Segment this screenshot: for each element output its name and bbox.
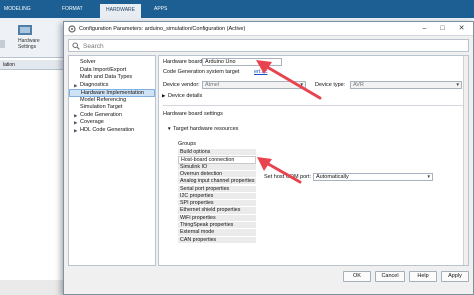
tree-item-model-referencing[interactable]: Model Referencing xyxy=(69,97,126,105)
tree-item-label: Math and Data Types xyxy=(80,74,133,80)
group-host-board-connection[interactable]: Host-board connection xyxy=(178,156,256,164)
tree-item-math-and-data-types[interactable]: Math and Data Types xyxy=(69,74,132,82)
tree-item-label: HDL Code Generation xyxy=(80,126,135,133)
group-build-options[interactable]: Build options xyxy=(178,149,256,157)
board-settings-heading: Hardware board settings xyxy=(163,111,223,117)
group-thingspeak[interactable]: ThingSpeak properties xyxy=(178,222,256,230)
tree-item-label: Code Generation xyxy=(80,111,122,118)
expand-arrow-icon[interactable]: ▶ xyxy=(74,112,77,120)
tree-item-code-generation[interactable]: ▶ Code Generation xyxy=(69,112,122,120)
chevron-down-icon: ▼ xyxy=(426,174,431,179)
ribbon-edge-handle xyxy=(0,40,5,48)
gear-icon xyxy=(68,25,76,33)
group-analog-input-channel[interactable]: Analog input channel properties xyxy=(178,178,256,186)
device-details-toggle[interactable]: Device details xyxy=(168,93,202,99)
device-vendor-dropdown[interactable]: Atmel ▼ xyxy=(202,81,306,89)
hardware-settings-button[interactable]: Hardware Settings xyxy=(18,38,48,50)
tab-apps[interactable]: APPS xyxy=(154,6,167,12)
tree-item-hardware-implementation[interactable]: Hardware Implementation xyxy=(69,89,155,97)
com-port-value: Automatically xyxy=(316,174,349,180)
device-vendor-label: Device vendor: xyxy=(163,82,200,88)
group-overrun-detection[interactable]: Overrun detection xyxy=(178,170,256,179)
group-simulink-io[interactable]: Simulink IO xyxy=(178,163,256,171)
ribbon-tab-bar: MODELING FORMAT HARDWARE APPS xyxy=(0,0,474,18)
tab-modeling[interactable]: MODELING xyxy=(4,6,31,12)
device-type-label: Device type: xyxy=(315,82,346,88)
help-button[interactable]: Help xyxy=(409,271,437,282)
maximize-icon[interactable]: □ xyxy=(436,22,449,35)
group-serial-port[interactable]: Serial port properties xyxy=(178,185,256,193)
tree-item-label: Solver xyxy=(80,59,96,65)
device-type-value: AVR xyxy=(353,82,364,88)
hardware-board-label: Hardware board: xyxy=(163,59,204,65)
tree-item-data-import-export[interactable]: Data Import/Export xyxy=(69,67,126,75)
vertical-scrollbar[interactable] xyxy=(463,56,468,265)
hardware-board-value: Arduino Uno xyxy=(205,59,236,65)
apply-button[interactable]: Apply xyxy=(441,271,469,282)
hardware-board-dropdown[interactable]: Arduino Uno xyxy=(202,58,282,66)
tab-hardware[interactable]: HARDWARE xyxy=(100,4,141,18)
search-icon xyxy=(72,42,80,50)
close-icon[interactable]: ✕ xyxy=(455,22,468,35)
expand-arrow-icon[interactable]: ▶ xyxy=(162,93,165,99)
expand-arrow-icon[interactable]: ▶ xyxy=(74,82,77,90)
device-vendor-value: Atmel xyxy=(205,82,220,88)
search-box xyxy=(68,39,469,52)
tree-item-label: Coverage xyxy=(80,119,104,125)
group-external-mode[interactable]: External mode xyxy=(178,229,256,237)
tree-item-diagnostics[interactable]: ▶ Diagnostics xyxy=(69,82,108,90)
cancel-button[interactable]: Cancel xyxy=(375,271,405,282)
minimize-icon[interactable]: – xyxy=(418,22,431,35)
tree-item-solver[interactable]: Solver xyxy=(69,59,96,67)
group-can[interactable]: CAN properties xyxy=(178,236,256,244)
groups-list: Build options Host-board connection Simu… xyxy=(178,149,256,271)
hardware-settings-icon[interactable] xyxy=(14,24,36,36)
chevron-down-icon: ▼ xyxy=(455,82,460,87)
tree-item-label: Simulation Target xyxy=(80,104,123,110)
group-ethernet-shield[interactable]: Ethernet shield properties xyxy=(178,207,256,215)
tree-item-label: Diagnostics xyxy=(80,81,109,88)
groups-label: Groups xyxy=(178,141,197,147)
group-i2c[interactable]: I2C properties xyxy=(178,192,256,201)
group-spi[interactable]: SPI properties xyxy=(178,200,256,208)
com-port-dropdown[interactable]: Automatically ▼ xyxy=(313,173,433,181)
expand-arrow-icon[interactable]: ▶ xyxy=(74,127,77,135)
model-browser-tab[interactable]: lation xyxy=(0,60,70,70)
device-type-dropdown[interactable]: AVR ▼ xyxy=(350,81,462,89)
tab-format[interactable]: FORMAT xyxy=(62,6,83,12)
dialog-title: Configuration Parameters: arduino_simula… xyxy=(79,26,246,32)
hardware-implementation-pane: Hardware board: Arduino Uno Code Generat… xyxy=(158,55,469,266)
divider xyxy=(163,105,463,106)
expand-arrow-icon[interactable]: ▶ xyxy=(74,119,77,127)
category-tree: Solver Data Import/Export Math and Data … xyxy=(68,55,156,266)
model-canvas xyxy=(0,58,70,295)
tree-item-label: Hardware Implementation xyxy=(81,90,144,96)
status-bar xyxy=(0,280,70,295)
codegen-target-label: Code Generation system target xyxy=(163,69,240,75)
com-port-label: Set host COM port: xyxy=(264,174,312,180)
tree-item-label: Model Referencing xyxy=(80,96,127,103)
dialog-titlebar[interactable]: Configuration Parameters: arduino_simula… xyxy=(64,22,473,36)
tree-item-simulation-target[interactable]: Simulation Target xyxy=(69,104,122,112)
collapse-arrow-icon[interactable]: ▼ xyxy=(167,126,171,131)
group-wifi[interactable]: WiFi properties xyxy=(178,214,256,222)
tree-item-coverage[interactable]: ▶ Coverage xyxy=(69,119,104,127)
configuration-parameters-dialog: Configuration Parameters: arduino_simula… xyxy=(63,21,474,295)
codegen-target-link[interactable]: ert.tlc xyxy=(254,69,267,75)
search-input[interactable] xyxy=(83,41,463,51)
chevron-down-icon: ▼ xyxy=(299,82,304,87)
tree-item-hdl-code-generation[interactable]: ▶ HDL Code Generation xyxy=(69,127,134,135)
tree-item-label: Data Import/Export xyxy=(80,66,127,73)
ok-button[interactable]: OK xyxy=(343,271,371,282)
target-resources-toggle[interactable]: Target hardware resources xyxy=(173,126,238,132)
